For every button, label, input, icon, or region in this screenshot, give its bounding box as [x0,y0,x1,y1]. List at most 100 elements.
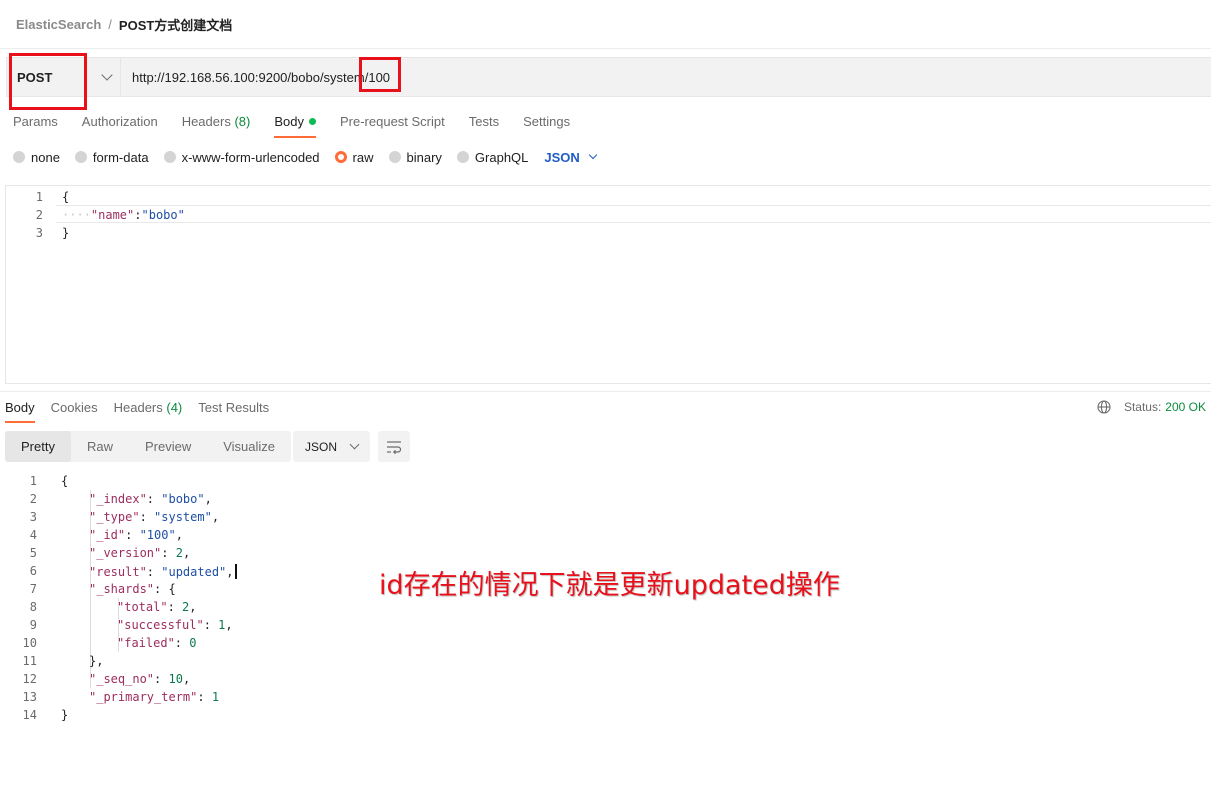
code-line: 9 "successful": 1, [0,616,233,634]
code-line: 3 "_type": "system", [0,508,219,526]
code-line: 4 "_id": "100", [0,526,183,544]
radio-graphql[interactable]: GraphQL [456,150,528,165]
line-number: 9 [29,618,37,632]
globe-icon[interactable] [1097,400,1111,414]
response-format-select[interactable]: JSON [293,431,370,462]
body-indicator-dot [308,118,316,125]
res-tab-headers[interactable]: Headers (4) [114,396,183,423]
view-mode-preview[interactable]: Preview [129,431,207,462]
tab-tests[interactable]: Tests [469,110,499,138]
code-line: 1 { [35,190,70,204]
request-body-editor[interactable]: 1 { 2 ····"name":"bobo" 3 } [5,185,1211,384]
breadcrumb-separator: / [108,16,112,32]
code-line: 11}, [0,652,104,670]
radio-circle [74,151,87,163]
highlight-method-box [9,53,87,110]
code-text: "successful": 1, [117,618,233,632]
breadcrumb: ElasticSearch / POST方式创建文档 [16,15,232,34]
code-text: { [61,474,69,488]
code-text: "_seq_no": 10, [89,672,191,686]
code-text: "result": "updated", [89,563,237,579]
divider [0,391,1211,392]
code-text: "_version": 2, [89,546,191,560]
breadcrumb-current[interactable]: POST方式创建文档 [119,15,232,34]
code-line: 8 "total": 2, [0,598,197,616]
code-line: 6 "result": "updated", [0,562,237,580]
highlight-id-box [359,57,401,92]
code-line: 12 "_seq_no": 10, [0,670,191,688]
line-number: 14 [22,708,37,722]
url-input[interactable]: http://192.168.56.100:9200/bobo/system/1… [121,58,1211,96]
line-number: 1 [29,474,37,488]
tab-pre-request-script[interactable]: Pre-request Script [340,110,445,138]
radio-circle [388,151,401,163]
res-headers-count: (4) [166,400,183,415]
chevron-down-icon [101,69,113,81]
chevron-down-icon [349,439,360,450]
radio-none[interactable]: none [13,150,60,165]
headers-count: (8) [234,114,251,129]
view-mode-control: Pretty Raw Preview Visualize [5,431,292,462]
divider [0,48,1211,49]
radio-circle [163,151,176,163]
code-line: 5 "_version": 2, [0,544,190,562]
radio-raw[interactable]: raw [334,150,374,165]
res-tab-cookies[interactable]: Cookies [51,396,98,423]
code-line: 2 ····"name":"bobo" [35,208,185,222]
view-mode-pretty[interactable]: Pretty [5,431,71,462]
chevron-down-icon [588,150,598,160]
tab-params[interactable]: Params [13,110,58,138]
wrap-lines-icon [387,440,402,454]
response-tabs: Body Cookies Headers (4) Test Results [5,396,285,423]
res-tab-body[interactable]: Body [5,396,35,423]
tab-body[interactable]: Body [274,110,316,138]
line-number: 12 [22,672,37,686]
line-number: 13 [22,690,37,704]
view-mode-visualize[interactable]: Visualize [207,431,291,462]
request-bar: POST http://192.168.56.100:9200/bobo/sys… [6,57,1211,97]
tab-settings[interactable]: Settings [523,110,570,138]
line-number: 4 [29,528,37,542]
active-line-highlight [56,205,1211,223]
code-text: "failed": 0 [117,636,197,650]
wrap-lines-button[interactable] [378,431,410,462]
request-tabs: Params Authorization Headers (8) Body Pr… [13,110,594,138]
code-text: "total": 2, [117,600,197,614]
line-number: 7 [29,582,37,596]
line-number: 3 [29,510,37,524]
body-language-select[interactable]: JSON [544,150,598,165]
text-cursor [234,563,237,579]
code-line: 7 "_shards": { [0,580,176,598]
code-text: } [61,708,69,722]
status-value[interactable]: 200 OK [1165,400,1206,414]
code-text: "_id": "100", [89,528,183,542]
code-line: 10 "failed": 0 [0,634,197,652]
line-number: 11 [22,654,37,668]
annotation-text: id存在的情况下就是更新updated操作 [379,570,840,601]
code-line: 14} [0,706,69,724]
radio-form-data[interactable]: form-data [74,150,149,165]
tab-headers[interactable]: Headers (8) [182,110,251,138]
breadcrumb-parent[interactable]: ElasticSearch [16,17,101,32]
radio-x-www-form-urlencoded[interactable]: x-www-form-urlencoded [163,150,320,165]
code-text: }, [89,654,104,668]
code-line: 3 } [35,226,70,240]
tab-authorization[interactable]: Authorization [82,110,158,138]
radio-binary[interactable]: binary [388,150,442,165]
line-number: 10 [22,636,37,650]
code-text: "_type": "system", [89,510,220,524]
body-type-options: none form-data x-www-form-urlencoded raw… [13,149,598,165]
res-tab-test-results[interactable]: Test Results [198,396,269,423]
radio-circle [13,151,25,163]
response-body-viewer[interactable]: 1 {2 "_index": "bobo", 3 "_type": "system", 4… [0,472,1211,732]
code-text: "_index": "bobo", [89,492,212,506]
line-number: 5 [29,546,37,560]
view-mode-raw[interactable]: Raw [71,431,129,462]
line-number: 8 [29,600,37,614]
radio-circle [456,151,469,163]
code-text: "_primary_term": 1 [89,690,220,704]
code-text: "_shards": { [89,582,176,596]
line-number: 2 [29,492,37,506]
status-label: Status: [1123,400,1162,414]
response-status: Status: 200 OK [1097,400,1206,414]
